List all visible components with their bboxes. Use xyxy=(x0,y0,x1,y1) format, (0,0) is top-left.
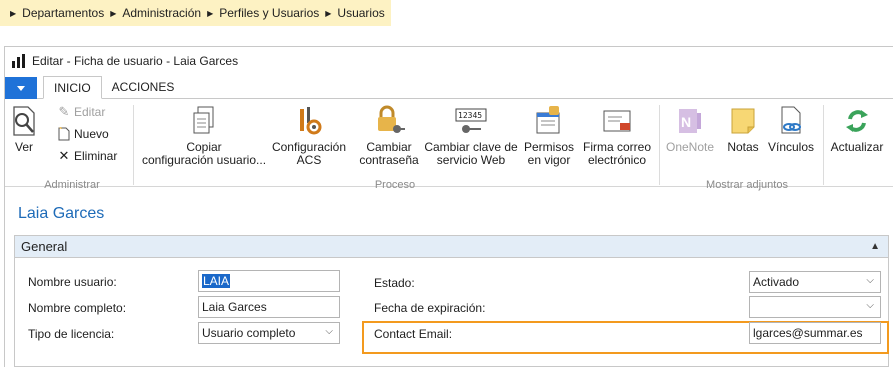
nombre-usuario-field[interactable]: LAIA xyxy=(198,270,340,292)
new-document-icon xyxy=(57,127,71,141)
group-separator xyxy=(659,105,660,185)
nombre-completo-value: Laia Garces xyxy=(202,300,267,314)
cambiar-contrasena-button[interactable]: Cambiar contraseña xyxy=(355,105,423,167)
breadcrumb-perfiles[interactable]: Perfiles y Usuarios xyxy=(219,6,319,20)
copy-document-icon xyxy=(193,106,214,134)
nombre-usuario-value: LAIA xyxy=(202,274,231,288)
cambiar-clave-servicio-web-button[interactable]: 12345 Cambiar clave de servicio Web xyxy=(423,105,519,167)
lock-key-icon xyxy=(378,105,405,133)
group-mostrar-adjuntos: Mostrar adjuntos xyxy=(706,179,788,191)
fasttab-title: General xyxy=(21,239,68,254)
email-signature-icon xyxy=(603,110,631,132)
ribbon: Ver ✎ Editar Nuevo ✕ Eliminar Administrar … xyxy=(5,99,893,191)
cambiar-pwd-label-1: Cambiar xyxy=(366,140,412,154)
conf-acs-label-1: Configuración xyxy=(271,140,347,154)
view-magnifier-icon xyxy=(13,106,35,136)
contact-email-value: lgarces@summar.es xyxy=(753,326,863,340)
tipo-licencia-select[interactable]: Usuario completo ⌵ xyxy=(198,322,340,344)
group-separator xyxy=(823,105,824,185)
contact-email-field[interactable]: lgarces@summar.es xyxy=(749,322,881,344)
estado-label: Estado: xyxy=(374,276,415,290)
tools-gear-icon xyxy=(300,107,322,135)
chevron-right-icon: ▶ xyxy=(110,8,117,18)
web-key-icon: 12345 xyxy=(455,108,487,133)
delete-x-icon: ✕ xyxy=(58,148,70,163)
ver-button[interactable]: Ver xyxy=(9,105,39,154)
chevron-down-icon: ⌵ xyxy=(866,300,874,311)
permissions-window-icon xyxy=(536,106,560,134)
notas-label: Notas xyxy=(727,140,759,154)
contact-email-label: Contact Email: xyxy=(374,327,453,341)
copiar-configuracion-button[interactable]: Copiar configuración usuario... xyxy=(141,105,267,167)
group-administrar: Administrar xyxy=(44,179,100,191)
eliminar-label: Eliminar xyxy=(74,149,118,163)
onenote-icon: N xyxy=(679,109,701,133)
chevron-down-icon: ⌵ xyxy=(866,275,874,286)
editar-button[interactable]: ✎ Editar xyxy=(57,104,106,119)
app-chart-icon xyxy=(12,54,25,68)
sticky-note-icon xyxy=(731,108,755,134)
copiar-label-1: Copiar xyxy=(186,140,222,154)
onenote-label: OneNote xyxy=(665,140,715,154)
configuracion-acs-button[interactable]: Configuración ACS xyxy=(269,105,349,167)
chevron-right-icon: ▶ xyxy=(325,8,332,18)
breadcrumb: ▶ Departamentos ▶ Administración ▶ Perfi… xyxy=(0,0,391,26)
actualizar-label: Actualizar xyxy=(830,140,884,154)
tipo-licencia-value: Usuario completo xyxy=(202,326,296,340)
nombre-completo-field[interactable]: Laia Garces xyxy=(198,296,340,318)
conf-acs-label-2: ACS xyxy=(296,153,322,167)
breadcrumb-departamentos[interactable]: Departamentos xyxy=(22,6,104,20)
record-title: Laia Garces xyxy=(18,205,105,222)
eliminar-button[interactable]: ✕ Eliminar xyxy=(57,148,118,163)
fecha-expiracion-label: Fecha de expiración: xyxy=(374,301,486,315)
tab-acciones[interactable]: ACCIONES xyxy=(102,76,185,98)
window-titlebar: Editar - Ficha de usuario - Laia Garces xyxy=(5,47,893,75)
link-document-icon xyxy=(781,106,801,134)
permisos-en-vigor-button[interactable]: Permisos en vigor xyxy=(521,105,577,167)
triangle-down-icon xyxy=(17,85,25,91)
nuevo-button[interactable]: Nuevo xyxy=(57,127,109,141)
actualizar-button[interactable]: Actualizar xyxy=(829,105,885,154)
app-menu-button[interactable] xyxy=(5,77,37,99)
fecha-expiracion-select[interactable]: ⌵ xyxy=(749,296,881,318)
editar-label: Editar xyxy=(74,105,106,119)
tipo-licencia-label: Tipo de licencia: xyxy=(28,327,115,341)
cambiar-pwd-label-2: contraseña xyxy=(359,153,419,167)
fasttab-header[interactable]: General ▲ xyxy=(15,236,888,258)
firma-correo-button[interactable]: Firma correo electrónico xyxy=(577,105,657,167)
svg-text:N: N xyxy=(681,114,691,130)
vinculos-label: Vínculos xyxy=(767,140,815,154)
ribbon-tabs: INICIO ACCIONES xyxy=(5,75,893,99)
breadcrumb-usuarios[interactable]: Usuarios xyxy=(337,6,384,20)
pencil-icon: ✎ xyxy=(58,104,70,119)
nombre-usuario-label: Nombre usuario: xyxy=(28,275,117,289)
nuevo-label: Nuevo xyxy=(74,127,109,141)
vinculos-button[interactable]: Vínculos xyxy=(765,105,817,154)
estado-select[interactable]: Activado ⌵ xyxy=(749,271,881,293)
notas-button[interactable]: Notas xyxy=(723,105,763,154)
window-title: Editar - Ficha de usuario - Laia Garces xyxy=(32,54,239,68)
tab-inicio[interactable]: INICIO xyxy=(43,76,102,99)
refresh-icon xyxy=(846,110,868,132)
permisos-label-2: en vigor xyxy=(527,153,571,167)
group-proceso: Proceso xyxy=(374,179,416,191)
onenote-button[interactable]: N OneNote xyxy=(663,105,717,154)
estado-value: Activado xyxy=(753,275,800,289)
nombre-completo-label: Nombre completo: xyxy=(28,301,127,315)
cambiar-clave-label-2: servicio Web xyxy=(436,153,506,167)
cambiar-clave-label-1: Cambiar clave de xyxy=(424,140,518,154)
svg-text:12345: 12345 xyxy=(458,111,482,120)
firma-label-1: Firma correo xyxy=(582,140,651,154)
group-separator xyxy=(133,105,134,185)
chevron-down-icon: ⌵ xyxy=(325,326,333,337)
ver-label: Ver xyxy=(14,140,33,154)
collapse-chevron-icon[interactable]: ▲ xyxy=(870,241,880,252)
chevron-right-icon: ▶ xyxy=(10,8,17,18)
copiar-label-2: configuración usuario... xyxy=(141,153,267,167)
firma-label-2: electrónico xyxy=(587,153,647,167)
permisos-label-1: Permisos xyxy=(523,140,574,154)
breadcrumb-administracion[interactable]: Administración xyxy=(122,6,201,20)
chevron-right-icon: ▶ xyxy=(207,8,214,18)
